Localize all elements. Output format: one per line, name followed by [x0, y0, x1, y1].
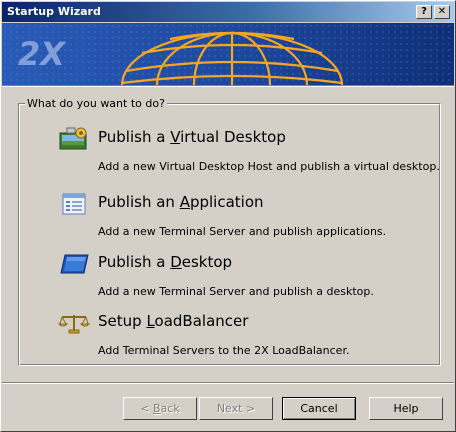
help-title-button[interactable]: ?	[416, 5, 432, 19]
option-description: Add a new Terminal Server and publish a …	[98, 285, 374, 298]
help-button[interactable]: Help	[369, 397, 443, 420]
footer-separator	[2, 382, 454, 384]
option-description: Add a new Virtual Desktop Host and publi…	[98, 160, 440, 173]
load-balancer-icon	[57, 315, 91, 334]
option-description: Add a new Terminal Server and publish ap…	[98, 225, 387, 238]
2x-logo: 2X	[18, 35, 66, 73]
option-title: Publish a Desktop	[98, 253, 233, 271]
startup-wizard-window: Startup Wizard ? ✕ 2X What do you want t…	[0, 0, 456, 432]
cancel-button[interactable]: Cancel	[282, 397, 356, 420]
next-button[interactable]: Next >	[199, 397, 273, 420]
option-publish-desktop[interactable]: Publish a Desktop Add a new Terminal Ser…	[57, 252, 437, 304]
banner-separator	[2, 85, 454, 87]
option-publish-application[interactable]: Publish an Application Add a new Termina…	[57, 192, 437, 244]
close-button[interactable]: ✕	[434, 5, 450, 19]
option-title: Setup LoadBalancer	[98, 312, 249, 330]
wizard-banner: 2X	[2, 23, 454, 85]
group-label: What do you want to do?	[25, 97, 167, 110]
virtual-desktop-icon	[59, 127, 87, 150]
window-title: Startup Wizard	[7, 5, 101, 18]
application-icon	[62, 193, 86, 215]
back-button[interactable]: < Back	[123, 397, 197, 420]
option-title: Publish an Application	[98, 193, 264, 211]
option-publish-virtual-desktop[interactable]: Publish a Virtual Desktop Add a new Virt…	[57, 127, 440, 179]
option-title: Publish a Virtual Desktop	[98, 128, 286, 146]
option-setup-loadbalancer[interactable]: Setup LoadBalancer Add Terminal Servers …	[57, 311, 437, 363]
option-description: Add Terminal Servers to the 2X LoadBalan…	[98, 344, 350, 357]
globe-banner-graphic: 2X	[2, 23, 454, 85]
logo-text: 2X	[18, 35, 66, 73]
title-bar[interactable]: Startup Wizard ? ✕	[2, 2, 454, 22]
desktop-icon	[60, 254, 89, 274]
